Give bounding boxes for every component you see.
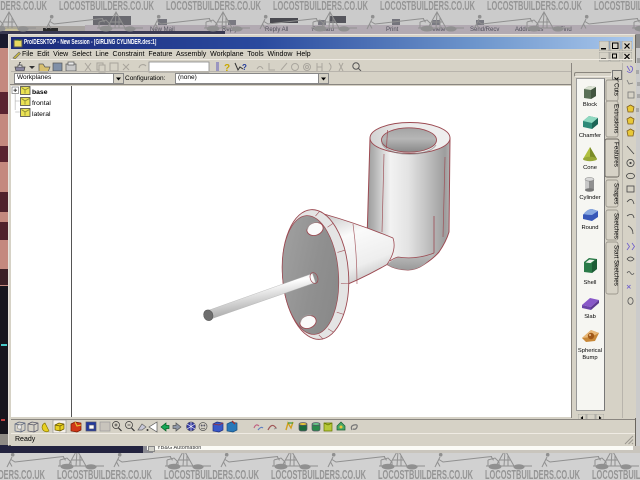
svg-text:Cylinder: Cylinder xyxy=(579,195,600,201)
svg-text:base: base xyxy=(32,89,48,96)
svg-text:Bump: Bump xyxy=(582,355,597,361)
svg-text:Chamfer: Chamfer xyxy=(579,133,601,139)
svg-text:Block: Block xyxy=(583,102,597,108)
svg-text:Sketches: Sketches xyxy=(613,213,620,239)
svg-text:Cuts: Cuts xyxy=(613,83,620,96)
svg-text:Round: Round xyxy=(581,225,598,231)
svg-text:Slab: Slab xyxy=(584,314,596,320)
svg-text:Start Sketches: Start Sketches xyxy=(613,245,620,286)
svg-text:Shell: Shell xyxy=(584,280,597,286)
svg-text:lateral: lateral xyxy=(32,111,51,118)
svg-text:Extrusions: Extrusions xyxy=(613,104,620,133)
svg-text:frontal: frontal xyxy=(32,100,51,107)
svg-text:Spherical: Spherical xyxy=(578,348,602,354)
svg-text:Shapes: Shapes xyxy=(613,183,620,204)
svg-text:Cone: Cone xyxy=(583,165,597,171)
svg-text:Features: Features xyxy=(613,142,620,167)
